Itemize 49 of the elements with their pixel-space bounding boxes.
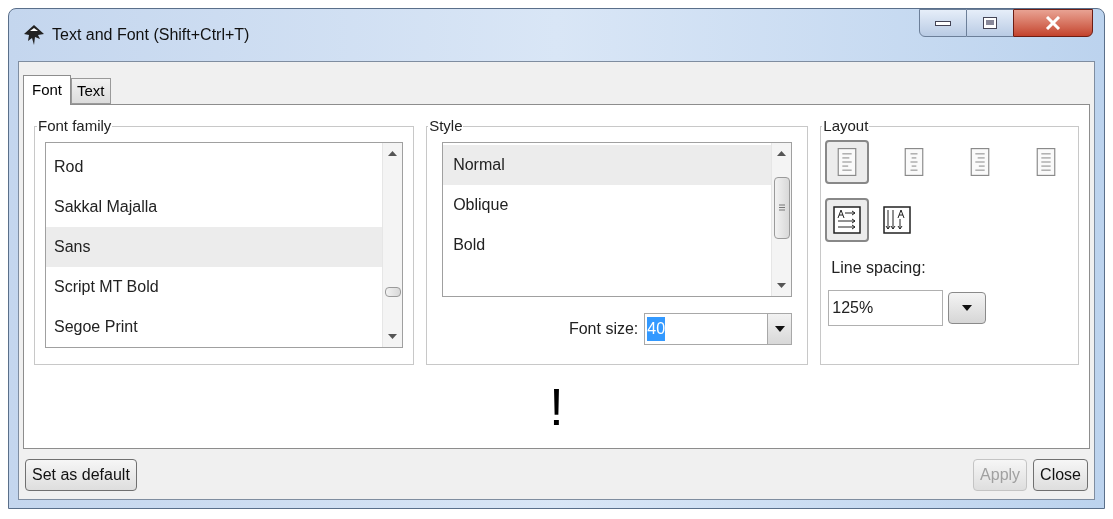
maximize-icon	[983, 17, 997, 29]
dialog-button[interactable]: Set as default	[25, 459, 137, 491]
dropdown-arrow-icon	[962, 304, 973, 311]
group-label: Style	[428, 116, 464, 136]
scroll-down-icon[interactable]	[388, 333, 398, 339]
close-icon	[1045, 16, 1061, 30]
dropdown-arrow-icon	[774, 325, 785, 332]
field-label: Font size:	[568, 318, 639, 339]
grip-icon	[779, 204, 786, 211]
list-item[interactable]: Oblique	[443, 184, 772, 225]
list-item[interactable]: Sakkal Majalla	[46, 186, 383, 227]
dropdown-button[interactable]	[767, 313, 792, 344]
dialog-button[interactable]: Close	[1033, 459, 1088, 491]
tab[interactable]: Font	[23, 75, 71, 105]
minimize-button[interactable]	[919, 9, 967, 37]
field-label: Line spacing:	[831, 257, 927, 278]
scroll-up-icon[interactable]	[777, 150, 787, 156]
vertical-text-icon	[883, 205, 912, 234]
horizontal-text-icon	[833, 205, 862, 234]
close-window-button[interactable]	[1013, 9, 1093, 37]
scrollbar-thumb[interactable]	[774, 176, 791, 239]
scrollbar-thumb[interactable]	[385, 286, 402, 297]
list-item[interactable]: Rod	[46, 146, 383, 187]
scrollbar[interactable]	[771, 142, 792, 296]
minimize-icon	[935, 20, 951, 26]
orientation-button[interactable]	[825, 197, 870, 242]
list-item[interactable]: Sans	[46, 226, 383, 267]
list-item[interactable]: Normal	[443, 144, 772, 185]
font-size-value: 40	[647, 316, 666, 341]
align-button[interactable]	[825, 139, 870, 184]
scroll-down-icon[interactable]	[777, 282, 787, 288]
window-title: Text and Font (Shift+Ctrl+T)	[52, 25, 250, 45]
group-label: Layout	[822, 116, 870, 136]
text-align-icon	[903, 147, 924, 176]
scroll-up-icon[interactable]	[388, 150, 398, 156]
app-logo-icon	[22, 24, 46, 46]
line-spacing-field[interactable]: 125%	[828, 289, 944, 326]
text-align-icon	[969, 147, 990, 176]
scrollbar[interactable]	[382, 142, 403, 347]
list-item[interactable]: Bold	[443, 224, 772, 265]
text-align-icon	[1036, 147, 1056, 176]
tab[interactable]: Text	[71, 78, 111, 104]
font-preview: !	[549, 380, 564, 433]
maximize-button[interactable]	[967, 9, 1013, 37]
list-item[interactable]: Script MT Bold	[46, 266, 383, 307]
group-label: Font family	[37, 116, 113, 136]
dropdown-button[interactable]	[948, 291, 987, 324]
text-align-icon	[837, 147, 858, 176]
list-item[interactable]: Segoe Print	[46, 306, 383, 347]
